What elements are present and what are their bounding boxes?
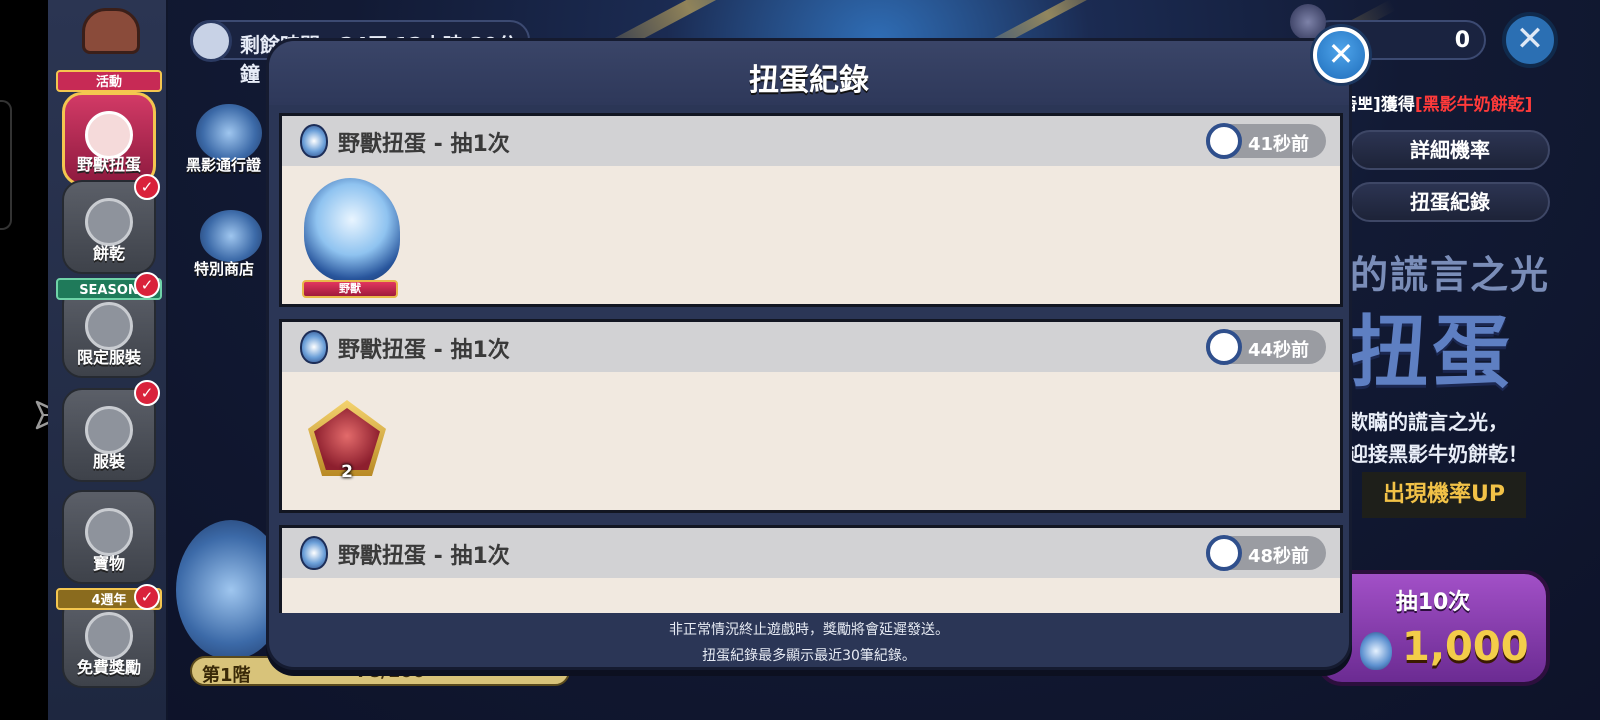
record-time: 44秒前 — [1248, 340, 1310, 361]
record-time-pill: 44秒前 — [1206, 329, 1326, 365]
banner-desc-line2: 迎接黑影牛奶餅乾！ — [1348, 442, 1528, 466]
record-time-pill: 48秒前 — [1206, 535, 1326, 571]
modal-title-bar: 扭蛋紀錄 — [269, 41, 1349, 105]
cookie-face-icon — [85, 198, 133, 246]
sidebar-item-label: 寶物 — [92, 554, 125, 573]
stage-label: 第1階 — [202, 665, 251, 686]
record-name: 野獸扭蛋 - 抽1次 — [338, 132, 510, 157]
shirt-icon — [85, 406, 133, 454]
clock-icon — [190, 20, 232, 62]
draw-10-cost: 1,000 — [1402, 624, 1529, 670]
new-badge-icon: ✓ — [134, 584, 160, 610]
sidebar-item-label: 餅乾 — [92, 244, 125, 263]
obtain-notice: [즙뽀]獲得[黑影牛奶餅乾] — [1334, 90, 1532, 115]
record-time-pill: 41秒前 — [1206, 123, 1326, 159]
new-badge-icon: ✓ — [134, 380, 160, 406]
special-shop-icon[interactable] — [200, 210, 262, 262]
new-badge-icon: ✓ — [134, 174, 160, 200]
gacha-record-modal: 扭蛋紀錄 ✕ 野獸扭蛋 - 抽1次 41秒前 野獸 野獸扭蛋 - 抽1次 44秒… — [266, 27, 1369, 670]
record-name: 野獸扭蛋 - 抽1次 — [338, 338, 510, 363]
gift-icon — [85, 612, 133, 660]
shadow-pass-label: 黑影通行證 — [186, 156, 262, 174]
record-time: 48秒前 — [1248, 546, 1310, 567]
gacha-pot-icon — [300, 330, 328, 364]
gacha-record-button[interactable]: 扭蛋紀錄 — [1350, 182, 1550, 222]
close-icon[interactable]: ✕ — [1313, 27, 1369, 83]
reward-soulstone[interactable]: 2 — [306, 400, 388, 484]
delay-notice: 非正常情況終止遊戲時，獎勵將會延遲發送。 — [669, 622, 949, 638]
record-header: 野獸扭蛋 - 抽1次 41秒前 — [282, 116, 1340, 166]
sidebar-item-treasure[interactable]: 寶物 — [62, 490, 156, 584]
sidebar-item-label: 免費獎勵 — [76, 658, 141, 677]
record-item: 野獸扭蛋 - 抽1次 48秒前 — [279, 525, 1343, 613]
record-limit-notice: 扭蛋紀錄最多顯示最近30筆紀錄。 — [702, 648, 916, 664]
record-time: 41秒前 — [1248, 134, 1310, 155]
record-header: 野獸扭蛋 - 抽1次 44秒前 — [282, 322, 1340, 372]
home-icon[interactable] — [82, 8, 140, 54]
record-list[interactable]: 野獸扭蛋 - 抽1次 41秒前 野獸 野獸扭蛋 - 抽1次 44秒前 2 野獸扭… — [277, 113, 1343, 613]
screen-edge — [0, 100, 12, 230]
obtain-item: [黑影牛奶餅乾] — [1414, 95, 1533, 115]
sidebar-item-label: 野獸扭蛋 — [76, 155, 141, 174]
reward-rarity-tag: 野獸 — [302, 280, 398, 298]
rate-up-label: 出現機率UP — [1362, 472, 1526, 518]
new-badge-icon: ✓ — [134, 272, 160, 298]
record-name: 野獸扭蛋 - 抽1次 — [338, 544, 510, 569]
record-item: 野獸扭蛋 - 抽1次 41秒前 野獸 — [279, 113, 1343, 307]
modal-title: 扭蛋紀錄 — [749, 63, 869, 98]
currency-value: 0 — [1454, 28, 1470, 53]
sidebar-item-label: 服裝 — [92, 452, 125, 471]
gacha-pot-icon — [300, 124, 328, 158]
gacha-pot-icon — [1360, 632, 1392, 670]
banner-desc-line1: 欺瞞的謊言之光， — [1348, 410, 1508, 434]
cookie-portrait-icon — [304, 178, 400, 282]
clock-icon — [1206, 123, 1242, 159]
hexagon-icon — [85, 508, 133, 556]
left-sidebar: 野獸扭蛋 活動 餅乾 ✓ 限定服裝 SEASON ✓ 服裝 ✓ 寶物 免費獎勵 … — [48, 0, 168, 720]
clock-icon — [1206, 535, 1242, 571]
clock-icon — [1206, 329, 1242, 365]
sidebar-item-beast-gacha[interactable]: 野獸扭蛋 — [62, 92, 156, 186]
reward-count: 2 — [341, 462, 353, 482]
draw-10-label: 抽10次 — [1395, 590, 1471, 615]
outer-close-button[interactable]: ✕ — [1502, 12, 1558, 68]
record-header: 野獸扭蛋 - 抽1次 48秒前 — [282, 528, 1340, 578]
sidebar-item-label: 限定服裝 — [76, 348, 141, 367]
event-tag: 活動 — [56, 70, 162, 92]
gacha-pot-icon — [300, 536, 328, 570]
special-shop-label: 特別商店 — [194, 260, 255, 278]
record-item: 野獸扭蛋 - 抽1次 44秒前 2 — [279, 319, 1343, 513]
reward-cookie[interactable]: 野獸 — [290, 174, 410, 302]
detail-rate-button[interactable]: 詳細機率 — [1350, 130, 1550, 170]
costume-icon — [85, 302, 133, 350]
banner-title: 扭蛋 — [1350, 308, 1515, 398]
